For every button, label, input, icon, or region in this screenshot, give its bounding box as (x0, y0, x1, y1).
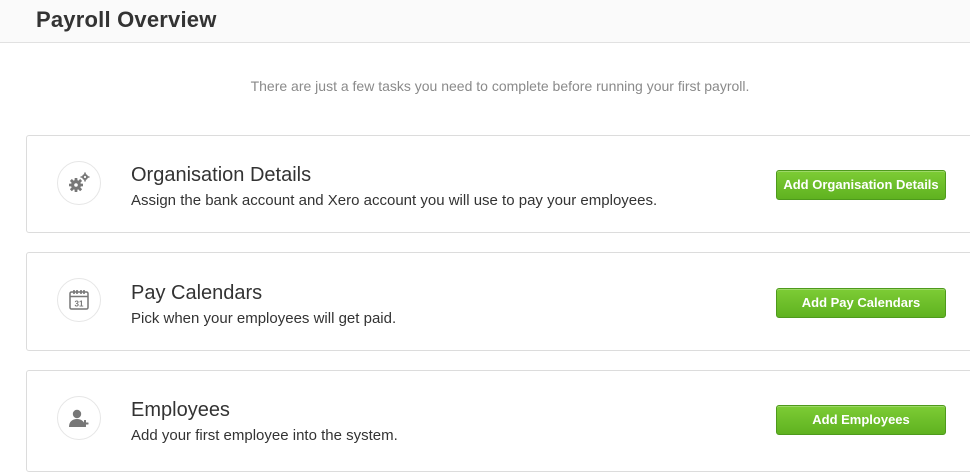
add-employees-button[interactable]: Add Employees (776, 405, 946, 435)
add-user-icon (57, 396, 101, 440)
intro-text: There are just a few tasks you need to c… (250, 78, 750, 94)
page-header: Payroll Overview (0, 0, 970, 43)
task-card-pay-calendars: 31 Pay Calendars Pick when your employee… (26, 252, 970, 351)
calendar-icon: 31 (57, 278, 101, 322)
add-pay-calendars-button[interactable]: Add Pay Calendars (776, 288, 946, 318)
task-description: Assign the bank account and Xero account… (131, 192, 658, 209)
task-description: Pick when your employees will get paid. (131, 310, 397, 327)
task-title: Organisation Details (131, 164, 312, 186)
page-title: Payroll Overview (36, 7, 217, 32)
task-title: Employees (131, 399, 230, 421)
task-card-employees: Employees Add your first employee into t… (26, 370, 970, 472)
add-organisation-details-button[interactable]: Add Organisation Details (776, 170, 946, 200)
gears-icon (57, 161, 101, 205)
calendar-day-number: 31 (75, 300, 84, 309)
task-title: Pay Calendars (131, 282, 263, 304)
task-card-organisation-details: Organisation Details Assign the bank acc… (26, 135, 970, 233)
task-description: Add your first employee into the system. (131, 427, 398, 444)
